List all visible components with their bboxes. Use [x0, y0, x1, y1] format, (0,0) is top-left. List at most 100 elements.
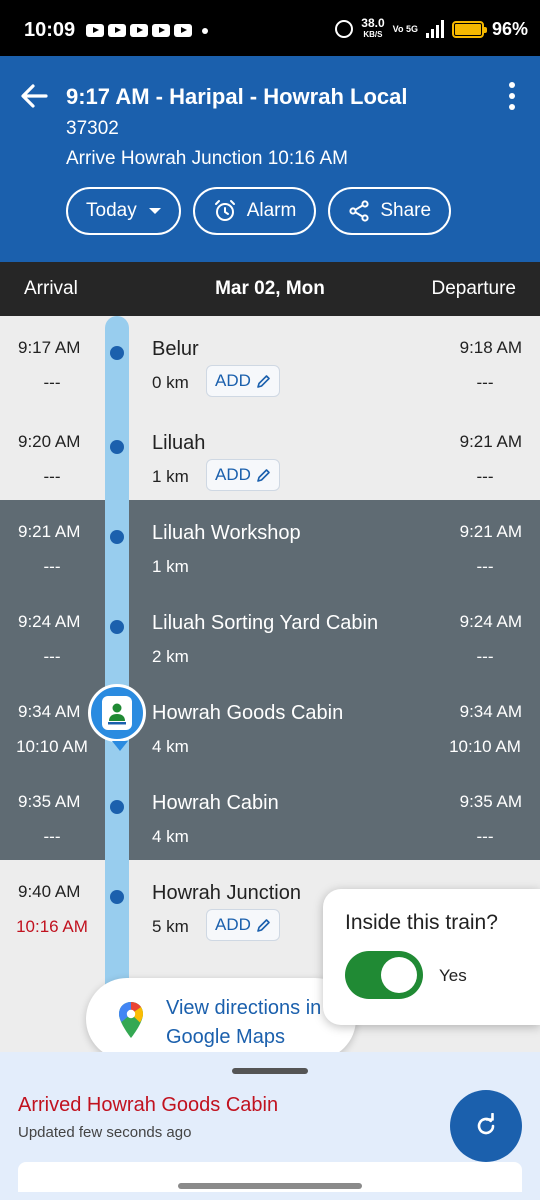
station-name: Belur: [152, 338, 199, 360]
train-number: 37302: [66, 118, 119, 139]
add-platform-button[interactable]: ADD: [206, 365, 280, 397]
actual-arrival: ---: [43, 827, 61, 846]
youtube-icon: [108, 24, 126, 37]
add-platform-button[interactable]: ADD: [206, 459, 280, 491]
alarm-label: Alarm: [246, 200, 297, 221]
network-type: Vo 5G: [392, 23, 418, 34]
arrival-info: Arrive Howrah Junction 10:16 AM: [66, 148, 348, 169]
last-updated-text: Updated few seconds ago: [18, 1124, 192, 1141]
actual-arrival: 10:16 AM: [16, 917, 88, 936]
scheduled-departure: 9:34 AM: [459, 702, 522, 721]
scheduled-arrival: 9:24 AM: [18, 612, 81, 631]
add-platform-button[interactable]: ADD: [206, 909, 280, 941]
scheduled-departure: 9:24 AM: [459, 612, 522, 631]
caret-down-icon: [148, 208, 161, 214]
battery-percent: 96%: [491, 18, 528, 39]
station-dot: [110, 800, 124, 814]
current-train-marker: [88, 684, 146, 751]
sheet-drag-handle[interactable]: [232, 1068, 308, 1074]
station-row[interactable]: 9:35 AM --- Howrah Cabin 4 km 9:35 AM --…: [0, 770, 540, 860]
train-icon: [102, 696, 132, 730]
station-name: Liluah Workshop: [152, 522, 301, 544]
share-button[interactable]: Share: [328, 187, 452, 235]
station-name: Liluah Sorting Yard Cabin: [152, 612, 379, 634]
inside-train-card: Inside this train? Yes: [323, 889, 540, 1025]
actual-departure: ---: [476, 373, 494, 392]
more-options-button[interactable]: [506, 82, 518, 110]
station-distance: 4 km: [152, 827, 189, 846]
actual-departure: ---: [476, 647, 494, 666]
scheduled-departure: 9:18 AM: [459, 338, 522, 357]
alarm-clock-icon: [214, 200, 235, 221]
actual-departure: ---: [476, 467, 494, 486]
station-distance: 1 km: [152, 467, 189, 486]
station-dot: [110, 440, 124, 454]
maps-card-text: View directions in Google Maps: [166, 997, 322, 1048]
more-notifications-icon: [202, 28, 208, 34]
station-dot: [110, 346, 124, 360]
date-bar: Mar 02, Mon Arrival Departure: [0, 262, 540, 316]
inside-train-toggle[interactable]: [345, 951, 423, 999]
refresh-button[interactable]: [450, 1090, 522, 1162]
station-row[interactable]: 9:17 AM --- Belur 0 km ADD 9:18 AM ---: [0, 316, 540, 406]
pencil-icon: [257, 918, 270, 932]
station-distance: 0 km: [152, 373, 189, 392]
inside-train-question: Inside this train?: [345, 911, 498, 934]
network-speed: 38.0 KB/S: [361, 16, 385, 39]
alarm-status-icon: [335, 20, 354, 38]
notification-icons: [86, 24, 208, 37]
back-button[interactable]: [18, 80, 50, 112]
pencil-icon: [257, 374, 270, 388]
actual-arrival: ---: [43, 373, 61, 392]
train-header: 9:17 AM - Haripal - Howrah Local 37302 A…: [0, 56, 540, 262]
scheduled-arrival: 9:20 AM: [18, 432, 81, 451]
station-distance: 1 km: [152, 557, 189, 576]
station-distance: 2 km: [152, 647, 189, 666]
battery-icon: [451, 20, 487, 38]
live-status-text: Arrived Howrah Goods Cabin: [18, 1094, 279, 1116]
toggle-label: Yes: [439, 966, 467, 985]
arrival-column-header: Arrival: [24, 278, 78, 299]
station-row[interactable]: 9:20 AM --- Liluah 1 km ADD 9:21 AM ---: [0, 410, 540, 500]
scheduled-arrival: 9:17 AM: [18, 338, 81, 357]
scheduled-departure: 9:35 AM: [459, 792, 522, 811]
actual-arrival: ---: [43, 467, 61, 486]
back-arrow-icon: [21, 84, 48, 108]
scheduled-arrival: 9:21 AM: [18, 522, 81, 541]
signal-icon: [425, 20, 444, 38]
scheduled-departure: 9:21 AM: [459, 432, 522, 451]
today-label: Today: [86, 200, 137, 221]
youtube-icon: [130, 24, 148, 37]
google-maps-directions-button[interactable]: View directions in Google Maps: [86, 978, 356, 1060]
actual-departure: ---: [476, 557, 494, 576]
scheduled-arrival: 9:34 AM: [18, 702, 81, 721]
station-row[interactable]: 9:21 AM --- Liluah Workshop 1 km 9:21 AM…: [0, 500, 540, 590]
youtube-icon: [86, 24, 104, 37]
station-distance: 4 km: [152, 737, 189, 756]
station-name: Liluah: [152, 432, 206, 454]
actual-arrival: ---: [43, 557, 61, 576]
actual-arrival: 10:10 AM: [16, 737, 88, 756]
station-name: Howrah Junction: [152, 882, 301, 904]
actual-arrival: ---: [43, 647, 61, 666]
app-notification-icon: [152, 24, 170, 37]
youtube-icon: [174, 24, 192, 37]
pencil-icon: [257, 468, 270, 482]
google-maps-pin-icon: [119, 1002, 143, 1038]
share-label: Share: [380, 200, 432, 221]
system-navigation-bar[interactable]: [178, 1183, 362, 1189]
station-distance: 5 km: [152, 917, 189, 936]
status-bar: 10:09 38.0 KB/S Vo 5G 96%: [0, 0, 540, 56]
status-bottom-sheet[interactable]: Arrived Howrah Goods Cabin Updated few s…: [0, 1052, 540, 1200]
actual-departure: 10:10 AM: [449, 737, 521, 756]
station-row[interactable]: 9:24 AM --- Liluah Sorting Yard Cabin 2 …: [0, 590, 540, 680]
departure-column-header: Departure: [431, 278, 517, 299]
today-dropdown[interactable]: Today: [66, 187, 181, 235]
scheduled-departure: 9:21 AM: [459, 522, 522, 541]
alarm-button[interactable]: Alarm: [192, 187, 317, 235]
station-dot: [110, 620, 124, 634]
share-icon: [349, 200, 369, 222]
scheduled-arrival: 9:40 AM: [18, 882, 81, 901]
station-row-current[interactable]: 9:34 AM 10:10 AM Howrah Goods Cabin 4 km…: [0, 680, 540, 770]
station-dot: [110, 530, 124, 544]
